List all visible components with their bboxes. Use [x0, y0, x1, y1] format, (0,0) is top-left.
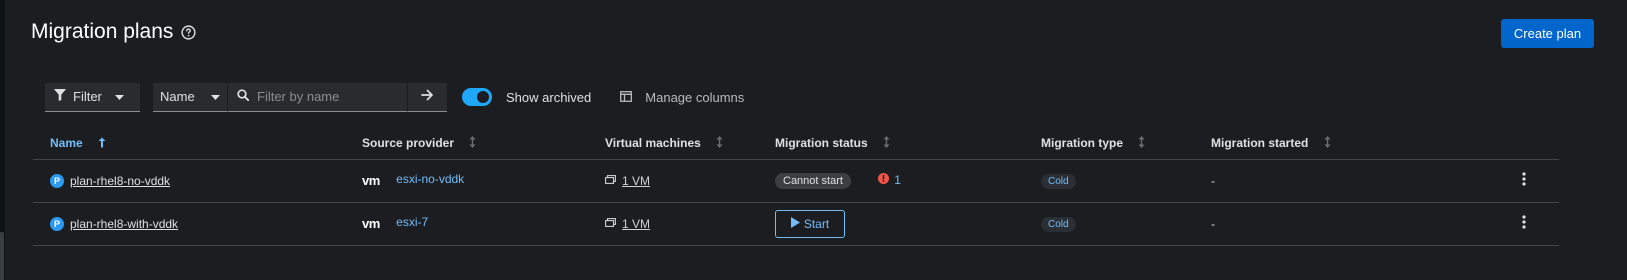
column-header-migration-status[interactable]: Migration status [758, 128, 1024, 160]
sort-icon [1324, 135, 1331, 151]
column-header-migration-started[interactable]: Migration started [1194, 128, 1439, 160]
show-archived-toggle[interactable] [462, 88, 492, 106]
provider-link[interactable]: esxi-7 [396, 215, 428, 229]
row-actions-cell [1439, 202, 1559, 246]
migration-type-badge: Cold [1041, 216, 1076, 232]
search-box [227, 82, 407, 112]
status-badge: Cannot start [775, 172, 851, 189]
vm-icon [605, 217, 616, 231]
plans-table: Name Source provider Virtual machines Mi… [33, 128, 1559, 246]
sort-icon [716, 135, 723, 151]
kebab-icon[interactable] [1522, 172, 1526, 189]
attribute-selector[interactable]: Name [153, 82, 227, 112]
main-panel: Migration plans Create plan Filter Name [5, 0, 1627, 280]
error-indicator[interactable]: 1 [878, 173, 901, 187]
plan-name-link[interactable]: plan-rhel8-with-vddk [70, 217, 178, 231]
error-icon [878, 173, 890, 187]
table-header-row: Name Source provider Virtual machines Mi… [33, 128, 1559, 160]
search-input[interactable] [257, 89, 397, 104]
migration-status-cell: Start [758, 202, 1024, 246]
plan-badge: P [50, 216, 64, 231]
plan-name-link[interactable]: plan-rhel8-no-vddk [70, 174, 170, 188]
manage-columns-button[interactable]: Manage columns [620, 90, 744, 105]
page-title: Migration plans [31, 20, 174, 43]
manage-columns-label: Manage columns [645, 89, 745, 105]
error-count: 1 [894, 173, 901, 188]
page-title-row: Migration plans [31, 20, 196, 44]
source-provider-cell: vm esxi-7 [345, 202, 588, 246]
vm-count-link[interactable]: 1 VM [622, 217, 650, 231]
virtual-machines-cell: 1 VM [588, 202, 758, 246]
sort-icon [1138, 135, 1145, 151]
toolbar: Filter Name Show archived [45, 82, 744, 112]
table-row: P plan-rhel8-with-vddk vm esxi-7 1 VM St… [33, 202, 1559, 246]
row-actions-cell [1439, 159, 1559, 203]
column-header-actions [1439, 128, 1559, 160]
virtual-machines-cell: 1 VM [588, 159, 758, 203]
show-archived-label: Show archived [506, 89, 592, 105]
filter-label: Filter [73, 89, 102, 104]
play-icon [790, 216, 800, 231]
toggle-knob [477, 91, 489, 103]
start-button[interactable]: Start [775, 209, 845, 238]
migration-status-cell: Cannot start 1 [758, 159, 1024, 203]
vmware-logo: vm [362, 216, 380, 231]
sort-icon [883, 135, 890, 151]
sort-up-icon [98, 137, 106, 151]
plan-name-cell: P plan-rhel8-no-vddk [33, 159, 345, 203]
vmware-logo: vm [362, 173, 380, 188]
column-header-virtual-machines[interactable]: Virtual machines [588, 128, 758, 160]
migration-started-cell: - [1194, 159, 1439, 203]
column-header-migration-type[interactable]: Migration type [1024, 128, 1194, 160]
kebab-icon[interactable] [1522, 215, 1526, 232]
search-icon [237, 88, 250, 106]
search-submit-button[interactable] [407, 82, 447, 112]
provider-link[interactable]: esxi-no-vddk [396, 172, 464, 186]
sort-icon [469, 135, 476, 151]
table-row: P plan-rhel8-no-vddk vm esxi-no-vddk 1 V… [33, 159, 1559, 203]
caret-down-icon [114, 89, 124, 104]
migration-started-cell: - [1194, 202, 1439, 246]
vm-count-link[interactable]: 1 VM [622, 174, 650, 188]
start-button-label: Start [803, 216, 830, 231]
columns-icon [620, 90, 633, 105]
create-plan-button[interactable]: Create plan [1501, 19, 1594, 48]
filter-dropdown[interactable]: Filter [45, 82, 140, 112]
caret-down-icon [211, 89, 220, 104]
attribute-label: Name [160, 89, 195, 104]
filter-icon [54, 89, 66, 104]
arrow-right-icon [421, 88, 434, 106]
column-header-source-provider[interactable]: Source provider [345, 128, 588, 160]
column-header-name[interactable]: Name [33, 128, 345, 160]
migration-type-badge: Cold [1041, 173, 1076, 189]
plan-badge: P [50, 173, 64, 188]
source-provider-cell: vm esxi-no-vddk [345, 159, 588, 203]
plan-name-cell: P plan-rhel8-with-vddk [33, 202, 345, 246]
migration-type-cell: Cold [1024, 202, 1194, 246]
vm-icon [605, 174, 616, 188]
migration-type-cell: Cold [1024, 159, 1194, 203]
scroll-edge [0, 232, 4, 280]
help-icon[interactable] [181, 24, 196, 40]
